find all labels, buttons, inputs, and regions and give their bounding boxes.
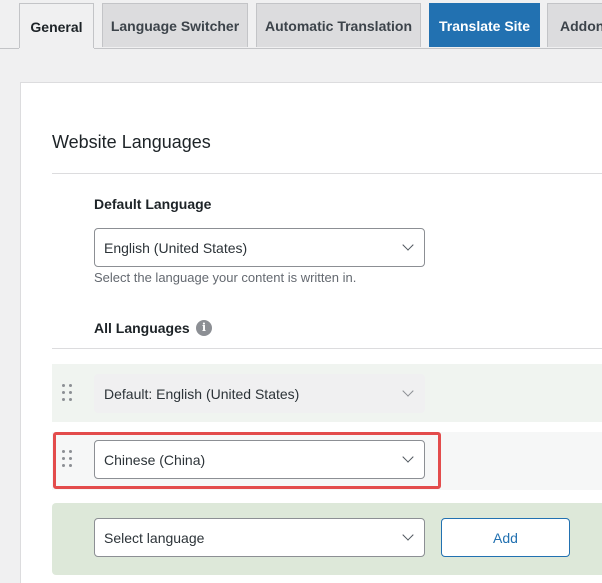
all-languages-divider [52,348,602,349]
default-language-row-select: Default: English (United States) [94,374,425,413]
chinese-language-select[interactable]: Chinese (China) [94,440,425,479]
chevron-down-icon [402,451,414,463]
chevron-down-icon [402,239,414,251]
drag-handle-icon[interactable] [62,450,73,469]
new-language-placeholder: Select language [104,529,205,546]
new-language-select[interactable]: Select language [94,518,425,557]
default-language-row-value: Default: English (United States) [104,385,300,402]
default-language-value: English (United States) [104,239,248,256]
chinese-language-value: Chinese (China) [104,451,206,468]
tab-addons[interactable]: Addon [547,3,602,47]
tab-general[interactable]: General [19,3,94,49]
chevron-down-icon [402,529,414,541]
settings-tabs: General Language Switcher Automatic Tran… [0,0,602,49]
all-languages-label: All Languages [94,320,190,336]
default-language-help: Select the language your content is writ… [94,270,357,285]
tab-language-switcher[interactable]: Language Switcher [102,3,248,47]
default-language-select[interactable]: English (United States) [94,228,425,267]
tab-automatic-translation[interactable]: Automatic Translation [256,3,421,47]
add-language-button[interactable]: Add [441,518,570,557]
tab-translate-site[interactable]: Translate Site [429,3,540,47]
section-title: Website Languages [52,132,211,152]
drag-handle-icon[interactable] [62,384,73,403]
chevron-down-icon [402,385,414,397]
section-divider [52,173,602,174]
tab-active-gap [19,48,94,49]
default-language-label: Default Language [94,196,212,212]
info-icon[interactable]: i [196,320,212,336]
